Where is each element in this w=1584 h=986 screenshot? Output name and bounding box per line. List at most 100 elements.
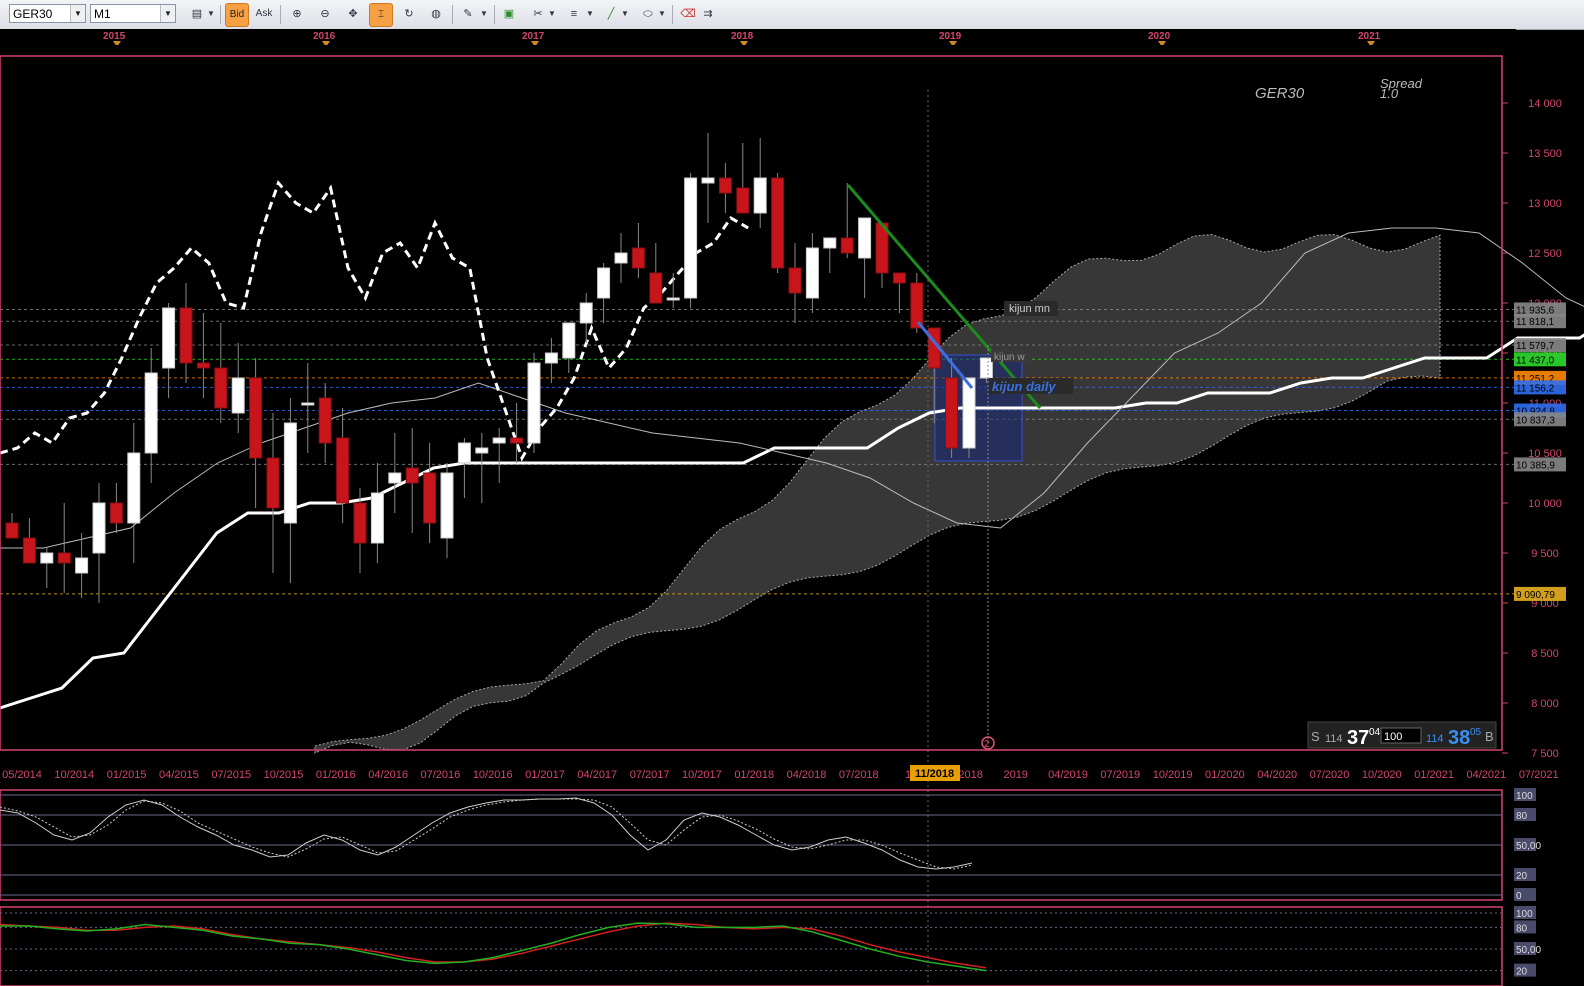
date-tick-label: 07/2020: [1310, 769, 1350, 781]
candle: [75, 557, 89, 574]
price-tick-label: 8 500: [1531, 648, 1559, 660]
chevron-down-icon[interactable]: ▼: [656, 3, 668, 25]
price-level-label: 10 385,9: [1516, 460, 1555, 471]
date-tick-label: 04/2016: [368, 769, 408, 781]
chart-area[interactable]: kijun mn kijun w kijun daily GER30 Sprea…: [0, 45, 1584, 986]
chevron-down-icon[interactable]: ▼: [584, 3, 596, 25]
list-icon[interactable]: ≡: [563, 3, 585, 25]
price-level-label: 9 090,79: [1516, 590, 1555, 601]
crosshair-icon[interactable]: ✥: [342, 3, 364, 25]
date-tick-label: 01/2017: [525, 769, 565, 781]
candle: [109, 502, 123, 524]
image-icon[interactable]: ▣: [498, 3, 520, 25]
price-level-label: 10 837,3: [1516, 415, 1555, 426]
date-tick-label: 07/2017: [630, 769, 670, 781]
candle: [753, 177, 767, 214]
toolbar-divider: [280, 5, 281, 24]
stoch-tick-label: 100: [1516, 791, 1533, 802]
sell-price-small[interactable]: 114: [1325, 733, 1343, 745]
chevron-down-icon[interactable]: ▼: [205, 3, 217, 25]
stoch-tick-label: 20: [1516, 871, 1528, 882]
price-tick-label: 10 000: [1528, 498, 1562, 510]
symbol-value: GER30: [13, 7, 53, 21]
candle: [562, 322, 576, 359]
date-tick-label: 10/2016: [473, 769, 513, 781]
chevron-down-icon[interactable]: ▼: [160, 5, 175, 22]
timeframe-select[interactable]: M1 ▼: [90, 4, 176, 23]
buy-price-small[interactable]: 114: [1426, 733, 1444, 745]
candle: [579, 302, 593, 324]
sell-price-sup[interactable]: 04: [1369, 727, 1381, 738]
eraser-icon[interactable]: ⌫: [677, 3, 699, 25]
toolbar-divider: [452, 5, 453, 24]
date-tick-label: 04/2020: [1257, 769, 1297, 781]
toolbar: GER30 ▼ M1 ▼ ▤ ▼ Bid Ask ⊕ ⊖ ✥ ⌶ ↻ ◍ ✎ ▼ ▣…: [0, 0, 1584, 30]
chevron-down-icon[interactable]: ▼: [70, 5, 85, 22]
candle: [979, 357, 993, 379]
refresh-icon[interactable]: ↻: [398, 3, 420, 25]
chevron-down-icon[interactable]: ▼: [478, 3, 490, 25]
candle: [614, 252, 628, 264]
candle: [718, 177, 732, 194]
date-tick-label: 2019: [1003, 769, 1027, 781]
date-tick-label: 04/2017: [577, 769, 617, 781]
date-tick-label: 04/2018: [787, 769, 827, 781]
candle: [336, 437, 350, 504]
candle: [736, 187, 750, 214]
buy-label[interactable]: B: [1485, 729, 1494, 744]
date-tick-label: 05/2014: [2, 769, 42, 781]
toolbar-divider: [220, 5, 221, 24]
candle: [144, 372, 158, 454]
date-tick-label: 07/2016: [421, 769, 461, 781]
sell-price-big[interactable]: 37: [1347, 727, 1369, 749]
candle: [910, 282, 924, 329]
buy-price-big[interactable]: 38: [1448, 727, 1470, 749]
candle-icon[interactable]: ⌶: [369, 3, 393, 27]
price-level-label: 11 437,0: [1516, 355, 1555, 366]
candle: [231, 377, 245, 414]
candle: [527, 362, 541, 444]
date-tick-label: 01/2021: [1414, 769, 1454, 781]
candle: [318, 397, 332, 444]
cursor-date-label: 11/2018: [915, 768, 954, 780]
buy-price-sup[interactable]: 05: [1470, 727, 1482, 738]
candle: [962, 377, 976, 449]
sell-label[interactable]: S: [1311, 729, 1320, 744]
candle: [631, 247, 645, 269]
pencil-icon[interactable]: ✎: [457, 3, 479, 25]
candle: [423, 472, 437, 524]
candle: [22, 537, 36, 564]
candle: [92, 502, 106, 554]
candle: [544, 352, 558, 364]
ask-button[interactable]: Ask: [253, 3, 275, 25]
kijun-w-label: kijun w: [994, 352, 1025, 363]
candle: [301, 402, 315, 406]
stoch-tick-label: 80: [1516, 811, 1528, 822]
price-tick-label: 9 500: [1531, 548, 1559, 560]
price-tick-label: 14 000: [1528, 98, 1562, 110]
candle: [892, 272, 906, 284]
zoom-out-icon[interactable]: ⊖: [314, 3, 336, 25]
chevron-down-icon[interactable]: ▼: [546, 3, 558, 25]
osc-tick-label: 100: [1516, 909, 1533, 920]
candle: [666, 297, 680, 301]
price-tick-label: 7 500: [1531, 748, 1559, 760]
candle: [249, 377, 263, 459]
candle: [475, 447, 489, 454]
globe-icon[interactable]: ◍: [425, 3, 447, 25]
candle: [57, 552, 71, 564]
price-tick-label: 13 000: [1528, 198, 1562, 210]
candle: [196, 362, 210, 369]
candle: [127, 452, 141, 524]
toolbar-divider: [672, 5, 673, 24]
date-tick-label: 10/2017: [682, 769, 722, 781]
zoom-in-icon[interactable]: ⊕: [286, 3, 308, 25]
candle: [684, 177, 698, 299]
candle: [440, 472, 454, 539]
symbol-select[interactable]: GER30 ▼: [9, 4, 86, 23]
more-icon[interactable]: ⇉: [700, 3, 716, 25]
chart-symbol-title: GER30: [1255, 85, 1305, 102]
candle: [266, 457, 280, 509]
chevron-down-icon[interactable]: ▼: [619, 3, 631, 25]
bid-button[interactable]: Bid: [225, 3, 249, 27]
